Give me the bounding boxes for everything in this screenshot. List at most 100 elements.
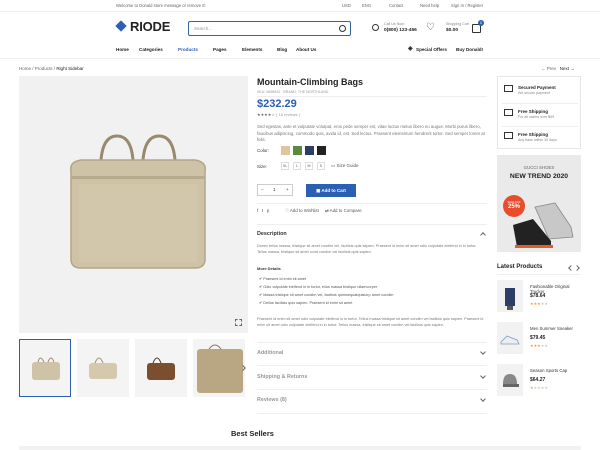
description-text: Donec tellus massa, tristique sit amet c…: [257, 244, 477, 254]
thumbnail-4[interactable]: [193, 339, 245, 397]
tab-additional[interactable]: Additional: [257, 350, 283, 356]
phone-number[interactable]: 0(800) 123-456: [384, 28, 417, 33]
more-details-heading: More Details: [257, 266, 281, 271]
wishlist-link[interactable]: ♡ Add to Wishlist: [285, 208, 319, 213]
add-to-cart-button[interactable]: ▣ Add to Cart: [306, 184, 356, 197]
thumbnail-3[interactable]: [135, 339, 187, 397]
cart-count: 0: [478, 20, 484, 26]
product-thumb[interactable]: [497, 364, 523, 396]
latest-products-title: Latest Products: [497, 264, 543, 270]
product-thumb[interactable]: [497, 322, 523, 354]
banner-title: NEW TREND 2020: [509, 173, 569, 180]
product-thumb[interactable]: [497, 280, 523, 312]
detail-item: ✔ Dellus facilisis quis sapien. Praesent…: [259, 301, 353, 305]
divider: [497, 274, 581, 275]
tab-description[interactable]: Description: [257, 231, 287, 237]
nav-blog[interactable]: Blog: [277, 47, 287, 52]
tab-reviews[interactable]: Reviews (8): [257, 397, 287, 403]
color-swatch-black[interactable]: [317, 146, 326, 155]
divider: [257, 224, 487, 225]
next-link[interactable]: Next →: [560, 66, 575, 71]
nav-about[interactable]: About Us: [296, 47, 316, 52]
twitter-icon[interactable]: t: [262, 208, 263, 213]
nav-pages[interactable]: Pages: [213, 47, 227, 52]
nav-special-offers[interactable]: Special Offers: [416, 47, 447, 52]
size-guide-link[interactable]: ▭ Size Guide: [331, 163, 359, 169]
color-swatch-tan[interactable]: [281, 146, 290, 155]
nav-categories[interactable]: Categories: [139, 47, 163, 52]
qty-minus-button[interactable]: −: [261, 187, 264, 192]
divider: [257, 96, 487, 97]
latest-product[interactable]: Fashionable Original Trucker $78.64 ★★★★…: [497, 280, 581, 315]
rating-stars: ★★★★★: [530, 385, 548, 390]
reviews-link[interactable]: ( 16 reviews ): [276, 112, 300, 117]
service-item: Free Shipping Any base within 30 days: [502, 127, 580, 149]
prev-link[interactable]: ← Prev: [541, 66, 556, 71]
description-text-2: Praesent id enim sit amet odio vulputate…: [257, 317, 484, 327]
help-link[interactable]: Need help: [420, 3, 439, 8]
size-s[interactable]: S: [317, 162, 325, 170]
service-item: Free Shipping For all orders over $99: [502, 104, 580, 126]
thumbnail-2[interactable]: [77, 339, 129, 397]
currency-select[interactable]: USD: [342, 3, 351, 8]
search-input[interactable]: Search...: [188, 21, 351, 36]
promo-banner[interactable]: GUCCI SHOES NEW TREND 2020 SALE OFF 25%: [497, 155, 581, 252]
qty-value[interactable]: 1: [273, 187, 276, 192]
qty-plus-button[interactable]: +: [286, 187, 289, 192]
main-product-image[interactable]: [19, 76, 248, 333]
color-swatch-navy[interactable]: [305, 146, 314, 155]
detail-item: ✔ Praesent id enim sit amet: [259, 277, 307, 281]
latest-product[interactable]: Men Summer Sneaker $79.45 ★★★★★: [497, 322, 581, 357]
breadcrumb-products[interactable]: Products: [35, 66, 53, 71]
product-title: Mountain-Climbing Bags: [257, 77, 363, 87]
special-offers-icon: ◈: [408, 46, 413, 52]
chevron-down-icon[interactable]: [480, 396, 486, 402]
product-pager: ← Prev Next →: [541, 66, 575, 71]
chevron-right-icon[interactable]: [574, 265, 580, 271]
nav-products[interactable]: Products: [178, 47, 198, 52]
best-sellers-title: Best Sellers: [231, 429, 274, 438]
nav-home[interactable]: Home: [116, 47, 129, 52]
logo[interactable]: RIODE: [130, 19, 170, 34]
contact-link[interactable]: Contact: [389, 3, 403, 8]
compare-link[interactable]: ⇄ Add to Compare: [325, 208, 362, 213]
breadcrumb-home[interactable]: Home: [19, 66, 31, 71]
wishlist-icon[interactable]: ♡: [426, 22, 435, 33]
nav-elements[interactable]: Elements: [242, 47, 262, 52]
service-box: Secured Payment We secure payment Free S…: [497, 76, 581, 149]
top-bar: Welcome to Donald store message or remov…: [0, 0, 600, 12]
nav-buy[interactable]: Buy Donald!: [456, 47, 483, 52]
card-icon: [504, 85, 513, 92]
facebook-icon[interactable]: f: [257, 208, 258, 213]
divider: [257, 203, 487, 204]
language-select[interactable]: ENG: [362, 3, 371, 8]
call-label: Call Us Now:: [384, 22, 405, 26]
service-item: Secured Payment We secure payment: [502, 80, 580, 102]
breadcrumb: Home / Products / Right Sidebar: [19, 66, 84, 71]
search-icon[interactable]: [339, 25, 346, 32]
chevron-left-icon[interactable]: [568, 265, 574, 271]
chevron-down-icon[interactable]: [480, 349, 486, 355]
size-m[interactable]: M: [305, 162, 313, 170]
size-l[interactable]: L: [293, 162, 301, 170]
size-xl[interactable]: XL: [281, 162, 289, 170]
chevron-up-icon[interactable]: [480, 232, 486, 238]
latest-product[interactable]: Season Sports Cap $64.27 ★★★★★: [497, 364, 581, 399]
signin-link[interactable]: Sign In / Register: [451, 3, 483, 8]
expand-icon[interactable]: [235, 319, 242, 326]
best-sellers-row: [19, 446, 581, 450]
quantity-stepper[interactable]: − 1 +: [257, 184, 293, 196]
phone-icon: [372, 24, 379, 31]
pinterest-icon[interactable]: p: [267, 208, 269, 213]
rating-stars: ★★★★★: [530, 343, 548, 348]
chevron-down-icon[interactable]: [480, 373, 486, 379]
color-swatch-green[interactable]: [293, 146, 302, 155]
breadcrumb-current: Right Sidebar: [56, 66, 84, 71]
thumbnail-1[interactable]: [19, 339, 71, 397]
size-label: Size:: [257, 164, 268, 169]
logo-icon: [115, 20, 127, 32]
divider: [257, 389, 487, 390]
tab-shipping[interactable]: Shipping & Returns: [257, 374, 307, 380]
divider: [257, 342, 487, 343]
return-icon: [504, 132, 513, 139]
